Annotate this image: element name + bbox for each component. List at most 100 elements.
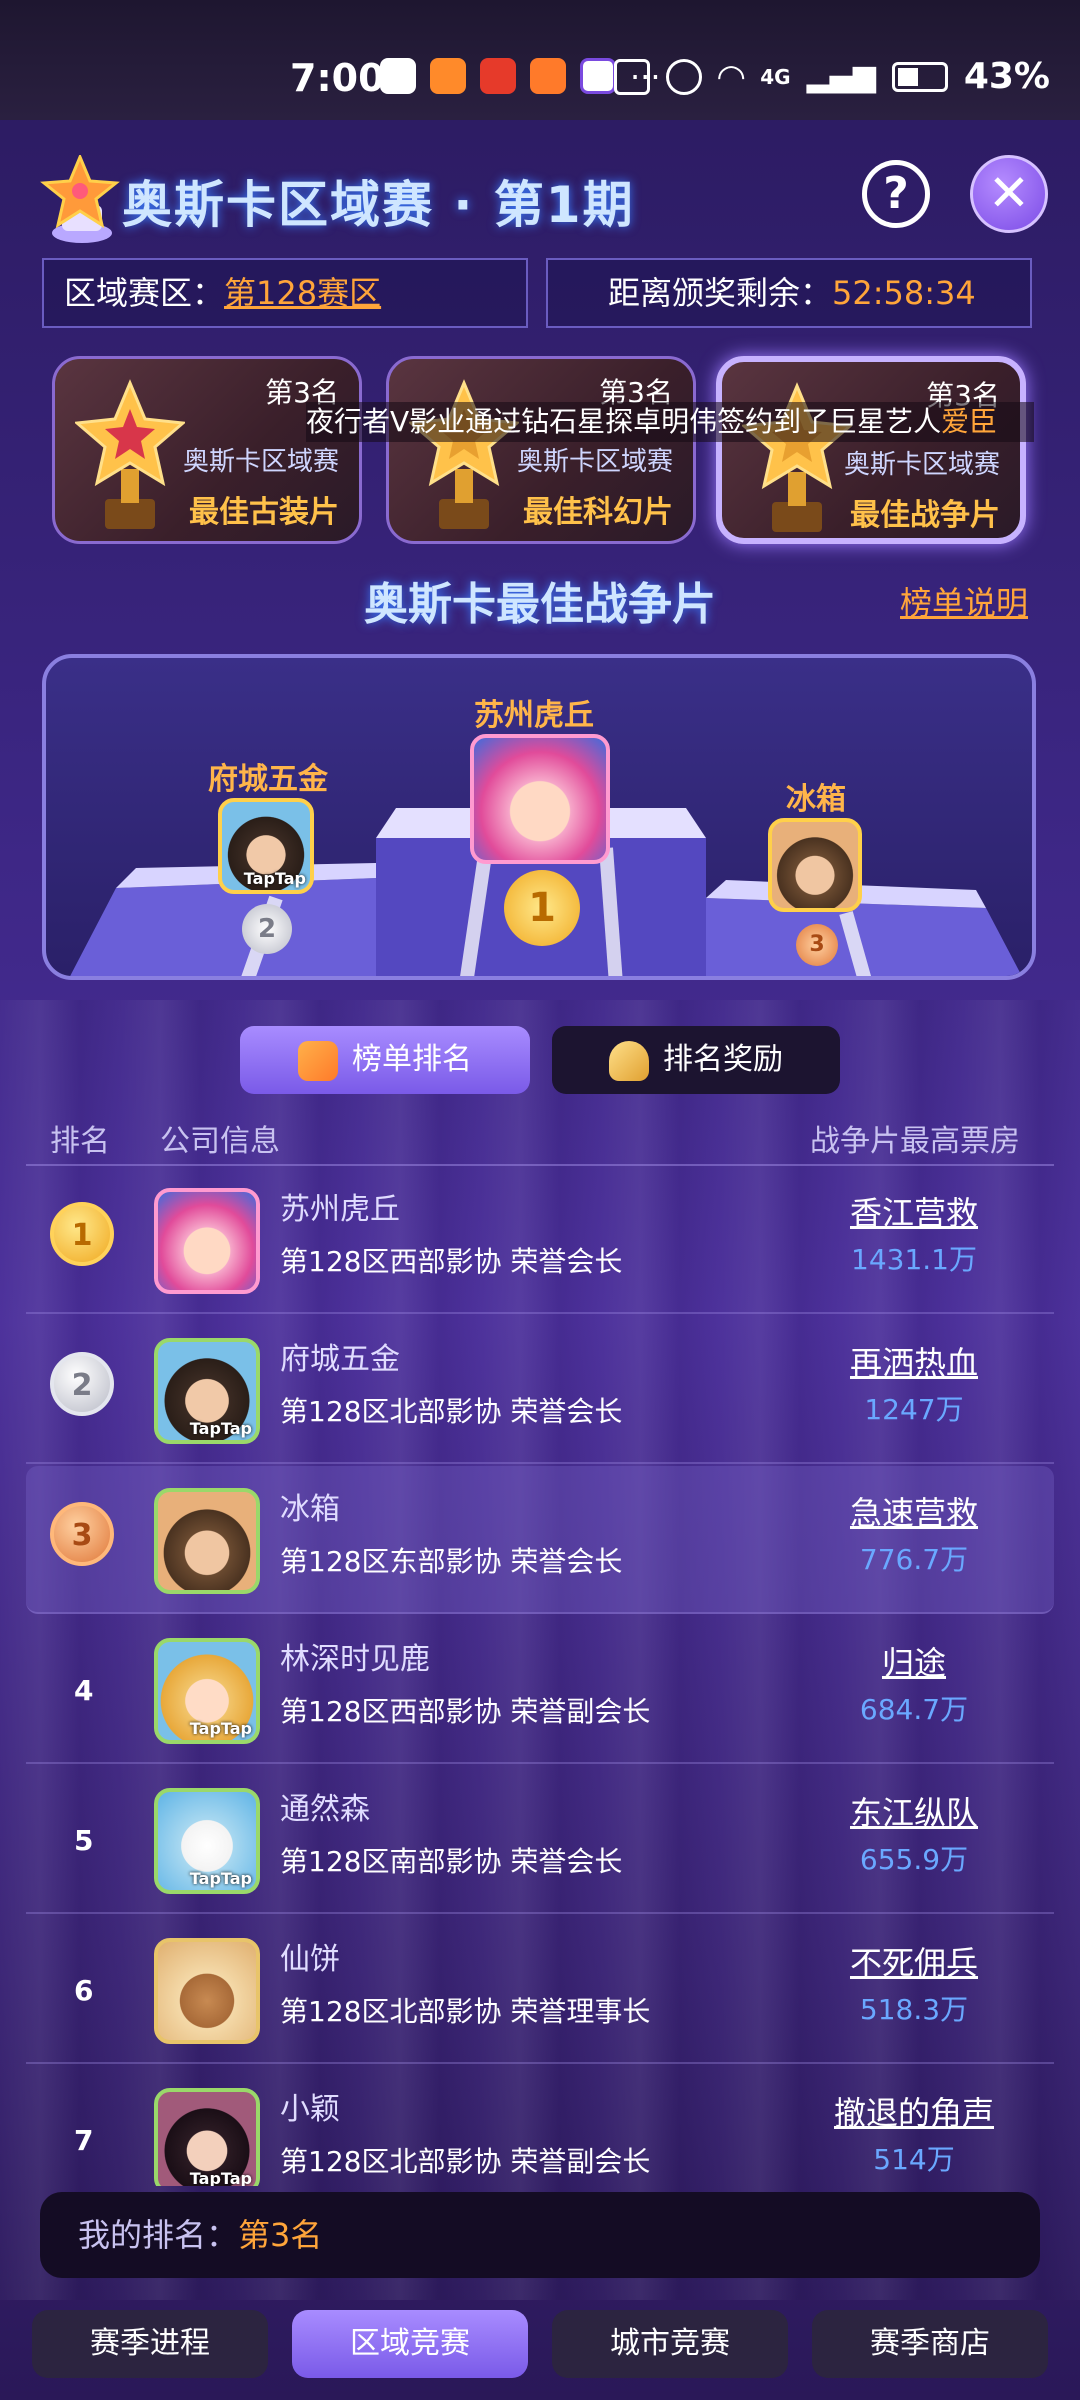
app-notification-icon: [380, 58, 416, 94]
avatar[interactable]: TapTap: [154, 1638, 260, 1744]
ranking-icon: [298, 1040, 338, 1081]
nav-city-competition[interactable]: 城市竞赛: [552, 2310, 788, 2378]
rank-number: 5: [74, 1824, 94, 1857]
rank-number: 6: [74, 1974, 94, 2007]
box-office: 684.7万: [859, 1693, 969, 1726]
podium-second-name: 府城五金: [208, 762, 328, 797]
company-title: 第128区西部影协 荣誉副会长: [280, 1695, 651, 1728]
table-row[interactable]: 6 仙饼 第128区北部影协 荣誉理事长 不死佣兵 518.3万: [26, 1916, 1054, 2064]
rank-number: 7: [74, 2124, 94, 2157]
help-button[interactable]: ?: [862, 160, 930, 228]
rank-number: 4: [74, 1674, 94, 1707]
company-name: 府城五金: [280, 1342, 400, 1377]
film-title[interactable]: 急速营救: [850, 1488, 978, 1534]
network-type: 4G: [760, 64, 791, 89]
page-title: 奥斯卡区域赛 · 第1期: [122, 176, 635, 234]
film-title[interactable]: 香江营救: [850, 1188, 978, 1234]
box-office: 655.9万: [859, 1843, 969, 1876]
company-name: 苏州虎丘: [280, 1192, 400, 1227]
countdown-label: 距离颁奖剩余：: [608, 274, 833, 312]
company-name: 林深时见鹿: [280, 1642, 430, 1677]
avatar[interactable]: [154, 1488, 260, 1594]
award-category: 最佳古装片: [189, 495, 339, 530]
podium-first-avatar[interactable]: [470, 734, 610, 864]
battery-percent: 43%: [963, 56, 1050, 97]
status-time: 7:00: [290, 56, 385, 100]
bronze-medal-icon: 3: [50, 1502, 114, 1566]
award-competition: 奥斯卡区域赛: [843, 450, 1000, 480]
zone-label: 区域赛区：: [64, 274, 225, 312]
zone-info: 区域赛区：第128赛区: [42, 258, 528, 328]
avatar[interactable]: [154, 1188, 260, 1294]
film-title[interactable]: 再洒热血: [850, 1338, 978, 1384]
my-rank-bar: 我的排名：第3名: [40, 2192, 1040, 2278]
company-name: 冰箱: [280, 1492, 340, 1527]
company-title: 第128区北部影协 荣誉副会长: [280, 2145, 651, 2178]
silver-medal-icon: 2: [50, 1352, 114, 1416]
award-card-costume[interactable]: 第3名 奥斯卡区域赛 最佳古装片: [52, 356, 362, 544]
podium-second-avatar[interactable]: TapTap: [218, 798, 314, 894]
award-card-scifi[interactable]: 第3名 奥斯卡区域赛 最佳科幻片: [386, 356, 696, 544]
my-rank-value: 第3名: [238, 2216, 323, 2254]
countdown-value: 52:58:34: [832, 274, 976, 312]
box-office: 1431.1万: [851, 1243, 977, 1276]
film-title[interactable]: 东江纵队: [850, 1788, 978, 1834]
tab-rewards[interactable]: 排名奖励: [552, 1026, 840, 1094]
column-box-office: 战争片最高票房: [810, 1124, 1020, 1159]
nav-season-progress[interactable]: 赛季进程: [32, 2310, 268, 2378]
company-name: 通然森: [280, 1792, 370, 1827]
bronze-medal-icon: 3: [796, 924, 838, 966]
company-title: 第128区北部影协 荣誉理事长: [280, 1995, 651, 2028]
gold-medal-icon: 1: [50, 1202, 114, 1266]
trophy-icon: [609, 1040, 649, 1081]
award-card-war[interactable]: 第3名 奥斯卡区域赛 最佳战争片: [716, 356, 1026, 544]
podium-first-name: 苏州虎丘: [474, 698, 594, 733]
award-category: 最佳科幻片: [523, 495, 673, 530]
zone-value[interactable]: 第128赛区: [224, 274, 381, 312]
gold-medal-icon: 1: [504, 870, 580, 946]
film-title[interactable]: 不死佣兵: [850, 1938, 978, 1984]
table-row[interactable]: 2 TapTap 府城五金 第128区北部影协 荣誉会长 再洒热血 1247万: [26, 1316, 1054, 1464]
company-title: 第128区西部影协 荣誉会长: [280, 1245, 623, 1278]
film-title[interactable]: 撤退的角声: [834, 2088, 994, 2134]
film-title[interactable]: 归途: [882, 1638, 946, 1684]
nav-regional-competition[interactable]: 区域竞赛: [292, 2310, 528, 2378]
ticker-text: 夜行者V影业通过钻石星探卓明伟签约到了巨星艺人: [306, 405, 942, 438]
signal-icon: ▂▄▆: [806, 59, 876, 94]
table-row[interactable]: 5 TapTap 通然森 第128区南部影协 荣誉会长 东江纵队 655.9万: [26, 1766, 1054, 1914]
silver-medal-icon: 2: [242, 904, 292, 954]
table-row[interactable]: 1 苏州虎丘 第128区西部影协 荣誉会长 香江营救 1431.1万: [26, 1166, 1054, 1314]
tab-ranking[interactable]: 榜单排名: [240, 1026, 530, 1094]
rules-link[interactable]: 榜单说明: [900, 578, 1028, 624]
award-competition: 奥斯卡区域赛: [516, 447, 673, 477]
column-company: 公司信息: [160, 1124, 280, 1159]
avatar[interactable]: TapTap: [154, 1788, 260, 1894]
table-row[interactable]: 7 TapTap 小颖 第128区北部影协 荣誉副会长 撤退的角声 514万: [26, 2066, 1054, 2186]
box-office: 514万: [873, 2143, 955, 2176]
battery-icon: [891, 61, 948, 92]
box-office: 776.7万: [859, 1543, 969, 1576]
video-app-icon: [430, 58, 466, 94]
ticker-highlight: 爱臣: [941, 405, 998, 438]
wifi-icon: ◠: [718, 56, 745, 97]
avatar[interactable]: [154, 1938, 260, 2044]
podium-third-name: 冰箱: [786, 782, 846, 817]
avatar[interactable]: TapTap: [154, 1338, 260, 1444]
red-packet-icon: [480, 58, 516, 94]
table-row[interactable]: 4 TapTap 林深时见鹿 第128区西部影协 荣誉副会长 归途 684.7万: [26, 1616, 1054, 1764]
close-button[interactable]: ✕: [970, 155, 1048, 233]
table-row-current-user[interactable]: 3 冰箱 第128区东部影协 荣誉会长 急速营救 776.7万: [26, 1466, 1054, 1614]
avatar[interactable]: TapTap: [154, 2088, 260, 2186]
company-title: 第128区北部影协 荣誉会长: [280, 1395, 623, 1428]
award-category: 最佳战争片: [850, 498, 1000, 533]
company-title: 第128区东部影协 荣誉会长: [280, 1545, 623, 1578]
shopping-app-icon: [580, 58, 616, 94]
alarm-icon: [666, 58, 703, 95]
nav-season-shop[interactable]: 赛季商店: [812, 2310, 1048, 2378]
status-bar: 7:00 ··· ◠ 4G ▂▄▆ 43%: [0, 0, 1080, 120]
box-office: 518.3万: [859, 1993, 969, 2026]
countdown-info: 距离颁奖剩余：52:58:34: [546, 258, 1032, 328]
column-rank: 排名: [50, 1124, 110, 1159]
nfc-icon: [614, 58, 651, 95]
podium-third-avatar[interactable]: [768, 818, 862, 912]
